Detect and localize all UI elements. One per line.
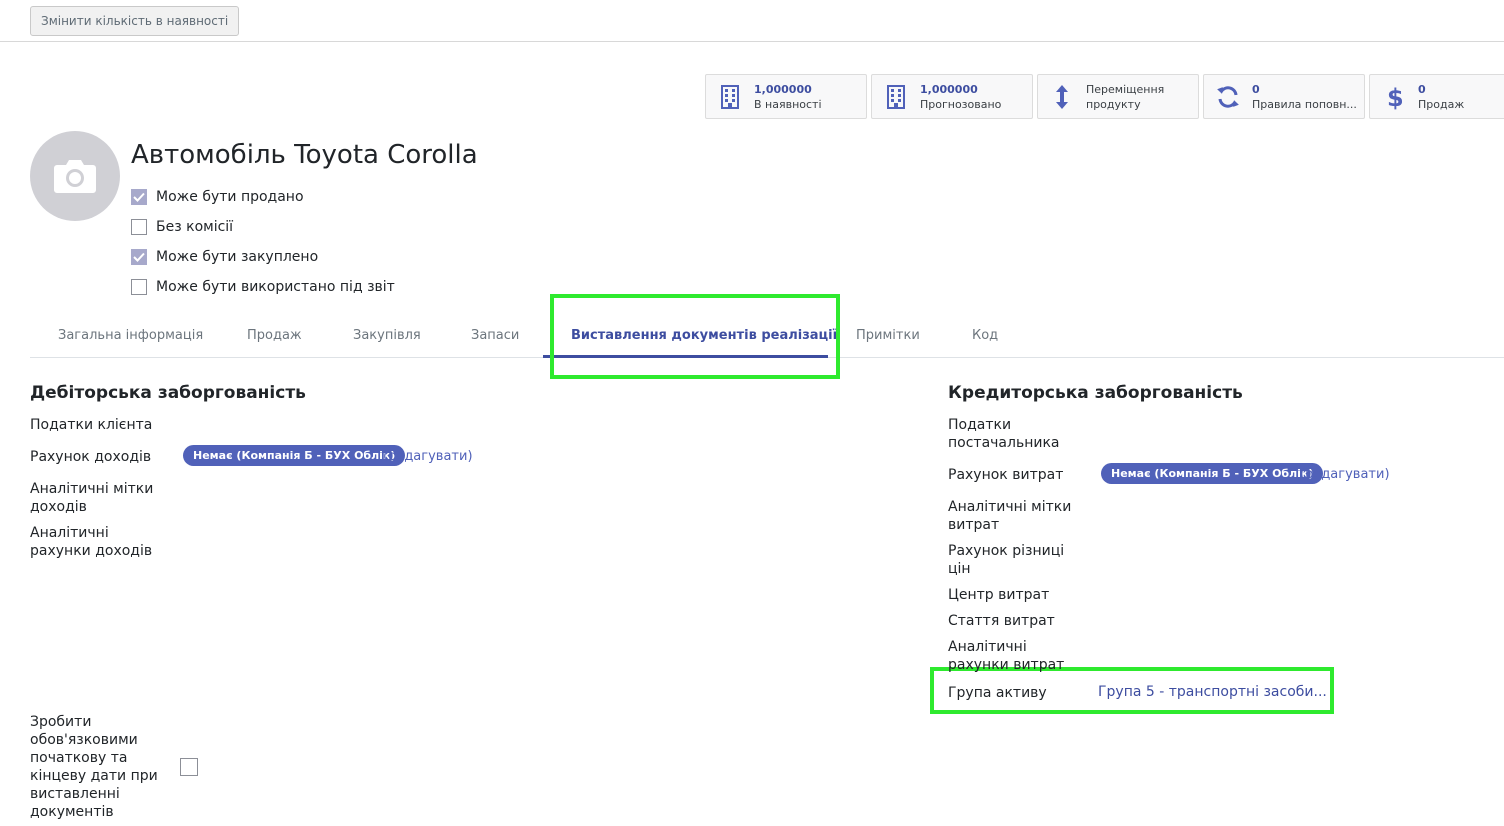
checkbox-empty[interactable] xyxy=(131,219,147,235)
building-icon xyxy=(706,74,754,119)
smart-button-sales[interactable]: $ 0 Продаж xyxy=(1369,74,1504,119)
product-name[interactable]: Автомобіль Toyota Corolla xyxy=(131,140,478,170)
refresh-icon xyxy=(1204,74,1252,119)
control-panel: Змінити кількість в наявності xyxy=(0,0,1504,42)
tab-inventory[interactable]: Запаси xyxy=(471,328,519,348)
expense-item-label: Стаття витрат xyxy=(948,613,1055,629)
no-commission-option[interactable]: Без комісії xyxy=(131,217,233,237)
highlight-box-tab xyxy=(550,294,840,379)
income-account-badge[interactable]: Немає (Компанія Б - БУХ Облік) xyxy=(183,445,406,466)
income-account-edit-link[interactable]: (редагувати) xyxy=(383,449,473,464)
camera-icon xyxy=(54,160,96,193)
income-analytic-label: Аналітичні рахунки доходів xyxy=(30,525,153,559)
tab-notes[interactable]: Примітки xyxy=(856,328,920,348)
update-quantity-button[interactable]: Змінити кількість в наявності xyxy=(30,6,240,36)
check-icon[interactable] xyxy=(131,249,147,265)
expense-account-edit-link[interactable]: (редагувати) xyxy=(1300,467,1390,482)
tab-general-info[interactable]: Загальна інформація xyxy=(58,328,203,348)
product-form-page: Змінити кількість в наявності 1,000000 В … xyxy=(0,0,1504,826)
forecasted-value: 1,000000 xyxy=(920,82,978,96)
payable-section-title: Кредиторська заборгованість xyxy=(948,383,1243,403)
reordering-rules-label: Правила поповн... xyxy=(1252,97,1357,111)
smart-button-product-moves[interactable]: Переміщення продукту xyxy=(1037,74,1199,119)
on-hand-label: В наявності xyxy=(754,97,822,111)
check-icon[interactable] xyxy=(131,189,147,205)
can-be-sold-label: Може бути продано xyxy=(156,189,304,205)
expense-account-label: Рахунок витрат xyxy=(948,467,1064,483)
smart-button-forecasted[interactable]: 1,000000 Прогнозовано xyxy=(871,74,1033,119)
can-be-expensed-label: Може бути використано під звіт xyxy=(156,279,395,295)
forecasted-label: Прогнозовано xyxy=(920,97,1002,111)
mandatory-dates-label: Зробити обов'язковими початкову та кінце… xyxy=(30,714,158,820)
asset-group-label: Група активу xyxy=(948,684,1053,702)
tab-code[interactable]: Код xyxy=(972,328,998,348)
dollar-icon: $ xyxy=(1370,74,1418,119)
expense-tags-label: Аналітичні мітки витрат xyxy=(948,499,1072,533)
product-moves-line1: Переміщення xyxy=(1086,82,1165,96)
can-be-sold-option[interactable]: Може бути продано xyxy=(131,187,304,207)
cost-center-label: Центр витрат xyxy=(948,587,1050,603)
tab-purchase[interactable]: Закупівля xyxy=(353,328,421,348)
expense-analytic-label: Аналітичні рахунки витрат xyxy=(948,639,1065,672)
income-account-label: Рахунок доходів xyxy=(30,449,152,465)
checkbox-empty[interactable] xyxy=(131,279,147,295)
smart-button-on-hand[interactable]: 1,000000 В наявності xyxy=(705,74,867,119)
income-tags-label: Аналітичні мітки доходів xyxy=(30,481,154,515)
mandatory-dates-checkbox[interactable] xyxy=(180,758,198,776)
can-be-purchased-label: Може бути закуплено xyxy=(156,249,319,265)
arrows-vertical-icon xyxy=(1038,74,1086,119)
reordering-rules-value: 0 xyxy=(1252,82,1260,96)
receivable-section-title: Дебіторська заборгованість xyxy=(30,383,306,403)
on-hand-value: 1,000000 xyxy=(754,82,812,96)
can-be-expensed-option[interactable]: Може бути використано під звіт xyxy=(131,277,395,297)
customer-taxes-label: Податки клієнта xyxy=(30,417,153,433)
expense-account-badge[interactable]: Немає (Компанія Б - БУХ Облік) xyxy=(1101,463,1324,484)
product-moves-line2: продукту xyxy=(1086,97,1141,111)
can-be-purchased-option[interactable]: Може бути закуплено xyxy=(131,247,318,267)
svg-text:$: $ xyxy=(1387,84,1402,110)
building-icon xyxy=(872,74,920,119)
sales-value: 0 xyxy=(1418,82,1426,96)
asset-group-value-link[interactable]: Група 5 - транспортні засоби... xyxy=(1098,684,1327,700)
price-difference-label: Рахунок різниці цін xyxy=(948,543,1065,577)
sales-label: Продаж xyxy=(1418,97,1465,111)
tab-sales[interactable]: Продаж xyxy=(247,328,302,348)
no-commission-label: Без комісії xyxy=(156,219,234,235)
product-image[interactable] xyxy=(30,131,120,221)
smart-button-reordering-rules[interactable]: 0 Правила поповн... xyxy=(1203,74,1365,119)
vendor-taxes-label: Податки постачальника xyxy=(948,417,1060,451)
